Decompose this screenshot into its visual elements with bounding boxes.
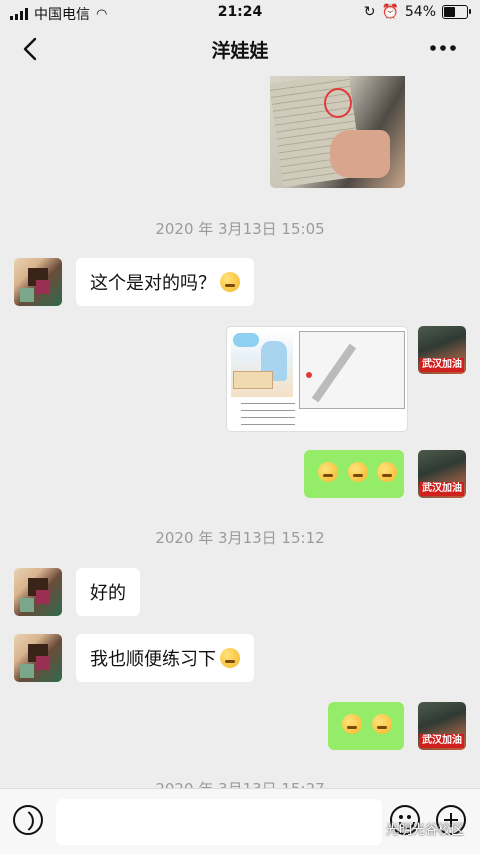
received-message-bubble[interactable]: 好的	[76, 568, 140, 616]
message-input[interactable]	[56, 799, 382, 845]
sent-message-bubble[interactable]	[328, 702, 404, 750]
thinking-emoji-icon	[220, 272, 240, 292]
avatar[interactable]: 武汉加油	[418, 702, 466, 750]
sent-photo-homework[interactable]	[270, 76, 405, 188]
chat-title: 洋娃娃	[211, 40, 269, 62]
avatar[interactable]: 武汉加油	[418, 450, 466, 498]
battery-fill	[444, 7, 455, 17]
message-text: 我也顺便练习下	[90, 649, 216, 670]
grin-emoji-icon	[318, 462, 338, 482]
message-text: 好的	[90, 583, 126, 604]
voice-input-icon[interactable]	[13, 805, 43, 835]
thinking-emoji-icon	[371, 714, 392, 734]
message-text: 这个是对的吗？	[90, 273, 216, 294]
avatar[interactable]: 武汉加油	[418, 326, 466, 374]
timestamp: 2020 年 3月13日 15:27	[0, 778, 480, 788]
received-message-bubble[interactable]: 这个是对的吗？	[76, 258, 254, 306]
avatar[interactable]	[14, 258, 62, 306]
thinking-emoji-icon	[220, 648, 240, 668]
status-bar: 中国电信 ◠ 21:24 ↻ ⏰ 54%	[0, 0, 480, 24]
message-list[interactable]: 2020 年 3月13日 15:05 这个是对的吗？ 武汉加油 武汉加油 202…	[0, 76, 480, 788]
thinking-emoji-icon	[342, 714, 362, 734]
avatar-badge: 武汉加油	[420, 358, 464, 372]
grin-emoji-icon	[347, 462, 368, 482]
battery-percent: 54%	[404, 4, 436, 20]
avatar-badge: 武汉加油	[420, 734, 464, 748]
alarm-icon: ⏰	[381, 4, 399, 20]
more-dots-icon[interactable]	[428, 38, 458, 58]
received-message-bubble[interactable]: 我也顺便练习下	[76, 634, 254, 682]
watermark: 光明光谷校区	[385, 823, 464, 838]
timestamp: 2020 年 3月13日 15:05	[155, 220, 325, 238]
chat-header: 洋娃娃	[0, 24, 480, 76]
avatar[interactable]	[14, 634, 62, 682]
avatar-badge: 武汉加油	[420, 482, 464, 496]
timestamp: 2020 年 3月13日 15:12	[155, 529, 325, 547]
battery-icon	[442, 5, 471, 19]
grin-emoji-icon	[377, 462, 398, 482]
sent-photo-worksheet[interactable]	[226, 326, 408, 432]
sent-message-bubble[interactable]	[304, 450, 404, 498]
orientation-lock-icon: ↻	[363, 4, 376, 20]
input-bar: 光明光谷校区	[0, 788, 480, 854]
avatar[interactable]	[14, 568, 62, 616]
